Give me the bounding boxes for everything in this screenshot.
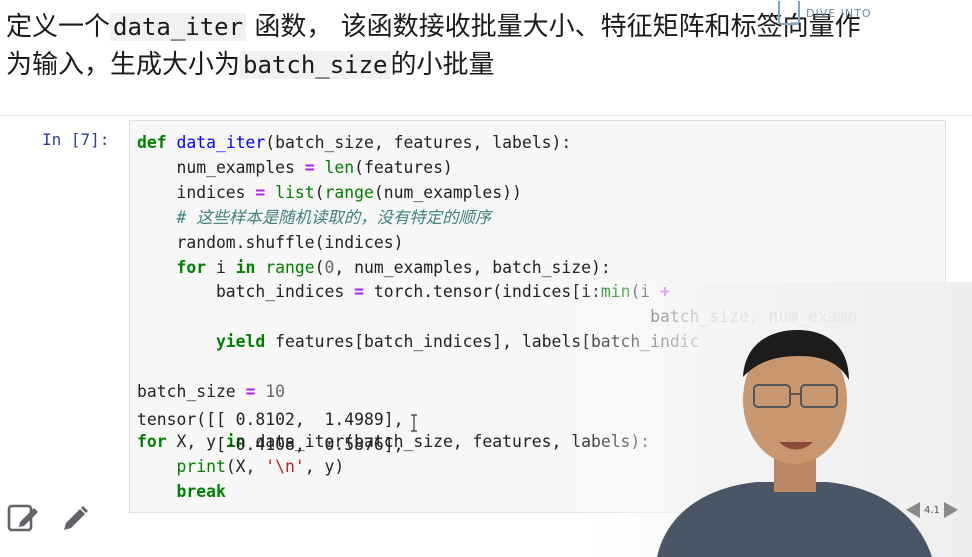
code-token: (X, — [225, 456, 266, 476]
dive-into-logo: DIVE INTO — [778, 0, 938, 26]
code-token: random.shuffle(indices) — [137, 232, 404, 252]
code-comment: # 这些样本是随机读取的，没有特定的顺序 — [137, 207, 492, 227]
code-token: num_examples — [137, 157, 305, 177]
intro-text-1a: 定义一个 — [6, 12, 111, 42]
code-token: (num_examples)) — [373, 182, 522, 202]
code-line: for i in range(0, num_examples, batch_si… — [137, 256, 857, 281]
intro-text-2a: 为输入，生成大小为 — [6, 50, 241, 80]
code-token: 10 — [265, 382, 286, 402]
slide-navigation: 4.1 — [906, 498, 972, 522]
pencil-icon[interactable] — [60, 504, 90, 534]
code-token: batch_size — [137, 382, 246, 402]
code-token: 0 — [324, 257, 335, 277]
code-token: i — [206, 257, 236, 277]
code-token: = — [255, 182, 266, 202]
output-line: [-0.4108, 0.5876], — [137, 434, 404, 454]
code-token: range — [324, 182, 374, 202]
code-line: # 这些样本是随机读取的，没有特定的顺序 — [137, 206, 857, 231]
code-token: def — [137, 133, 167, 152]
code-token: len — [324, 157, 355, 177]
code-token: , y) — [304, 456, 345, 476]
code-token: '\n' — [265, 456, 305, 476]
code-token: range — [265, 257, 315, 277]
code-token: = — [354, 282, 364, 302]
intro-text-2b: 的小批量 — [390, 50, 495, 80]
code-token: list — [275, 182, 315, 202]
code-token: yield — [137, 332, 266, 352]
slide-page-label: 4.1 — [924, 504, 940, 516]
output-line: tensor([[ 0.8102, 1.4989], — [137, 410, 404, 429]
prev-arrow-icon[interactable] — [906, 502, 920, 518]
code-token: , num_examples, batch_size): — [334, 257, 611, 277]
code-token: = — [245, 382, 256, 402]
intro-text-1b: 函数， 该函数接收批量大小、特征矩阵和标签向量作 — [246, 12, 861, 42]
code-token: for — [137, 257, 207, 277]
inline-code-data-iter: data_iter — [110, 13, 247, 41]
code-token: indices — [137, 182, 256, 202]
code-line: def data_iter(batch_size, features, labe… — [137, 131, 857, 156]
logo-text: DIVE INTO — [806, 6, 872, 20]
inline-code-batch-size: batch_size — [240, 51, 391, 79]
code-token: data_iter — [176, 133, 266, 152]
code-line: random.shuffle(indices) — [137, 231, 857, 256]
cell-prompt: In [7]: — [42, 130, 110, 149]
code-token: (features) — [354, 157, 453, 177]
logo-mark-icon — [778, 1, 800, 25]
code-token: = — [304, 157, 315, 177]
code-token: print — [137, 456, 226, 476]
code-token: break — [137, 481, 226, 501]
code-line: num_examples = len(features) — [137, 156, 857, 181]
code-token: torch.tensor(indices[i: — [363, 282, 601, 302]
intro-line-2: 为输入，生成大小为 batch_size 的小批量 — [6, 46, 946, 84]
edit-note-icon[interactable] — [6, 500, 40, 534]
text-cursor-icon — [411, 414, 417, 432]
code-line: indices = list(range(num_examples)) — [137, 181, 857, 206]
code-token: (batch_size, features, labels): — [265, 133, 572, 152]
next-arrow-icon[interactable] — [943, 502, 958, 518]
code-token: ( — [314, 257, 325, 277]
cell-output: tensor([[ 0.8102, 1.4989], [-0.4108, 0.5… — [137, 408, 403, 458]
code-token: batch_indices — [137, 282, 355, 302]
code-token: ( — [314, 182, 325, 202]
code-token: in — [235, 257, 256, 277]
